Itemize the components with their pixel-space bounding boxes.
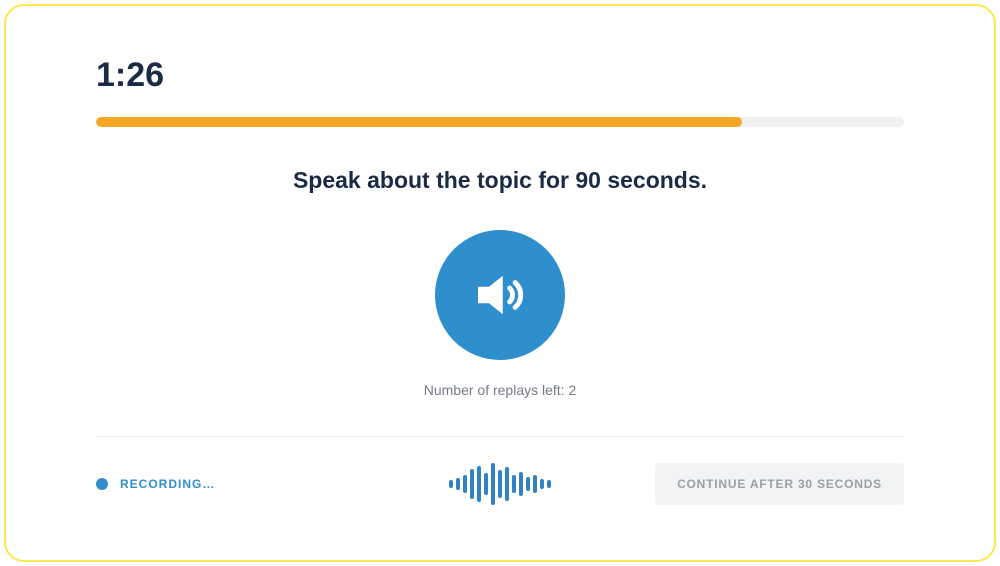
- bottom-row: RECORDING… CONTINUE AFTER 30 SECONDS: [96, 463, 904, 505]
- timer-display: 1:26: [96, 56, 904, 95]
- exercise-card: 1:26 Speak about the topic for 90 second…: [4, 4, 996, 562]
- progress-bar-track: [96, 117, 904, 127]
- speaker-icon: [467, 262, 533, 328]
- continue-button[interactable]: CONTINUE AFTER 30 SECONDS: [655, 463, 904, 505]
- instruction-text: Speak about the topic for 90 seconds.: [96, 167, 904, 194]
- replays-remaining: Number of replays left: 2: [96, 382, 904, 398]
- recording-dot-icon: [96, 478, 108, 490]
- play-audio-button[interactable]: [435, 230, 565, 360]
- progress-bar-fill: [96, 117, 742, 127]
- recording-label: RECORDING…: [120, 477, 215, 491]
- recording-indicator: RECORDING…: [96, 477, 215, 491]
- play-area: [96, 230, 904, 360]
- divider: [96, 436, 904, 437]
- waveform-icon: [449, 463, 551, 505]
